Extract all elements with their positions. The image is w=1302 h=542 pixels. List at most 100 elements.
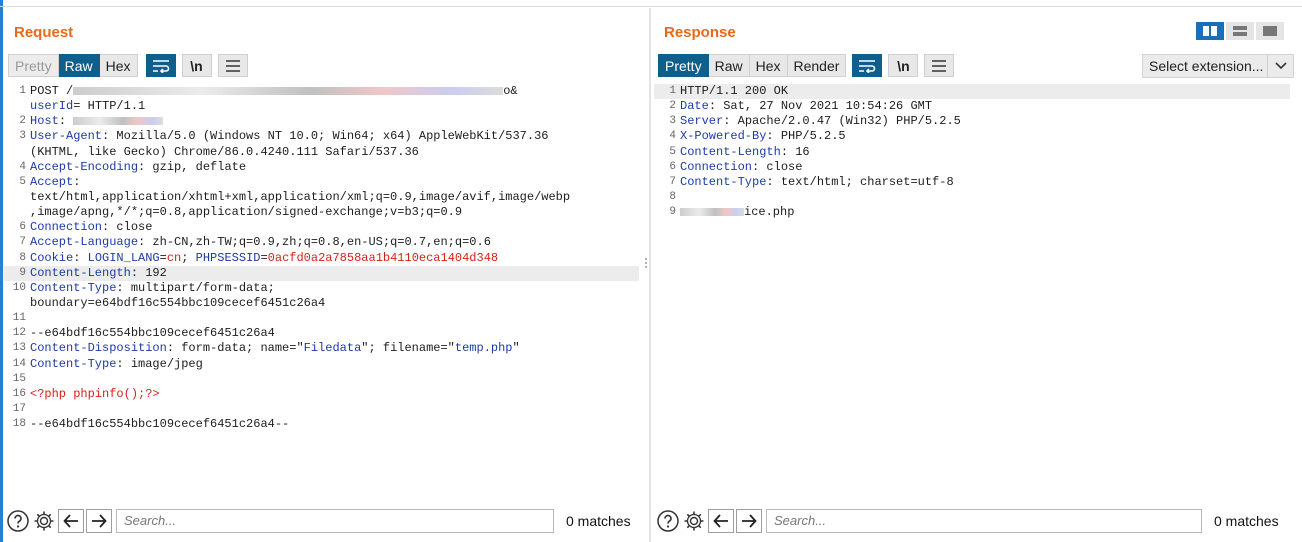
code-line: 15 bbox=[4, 372, 639, 387]
code-token: LOGIN_LANG bbox=[87, 250, 160, 265]
line-number: 6 bbox=[669, 160, 676, 173]
request-newline-button[interactable]: \n bbox=[181, 54, 212, 77]
code-token: ,image/apng,*/*;q=0.8,application/signed… bbox=[30, 205, 463, 220]
code-token: Content-Type bbox=[30, 280, 117, 295]
code-token: : zh-CN,zh-TW;q=0.9,zh;q=0.8,en-US;q=0.7… bbox=[138, 235, 491, 250]
request-tab-hex[interactable]: Hex bbox=[99, 54, 138, 77]
code-text: (KHTML, like Gecko) Chrome/86.0.4240.111… bbox=[30, 145, 639, 160]
code-token: POST / bbox=[30, 84, 74, 98]
layout-toggle-group bbox=[1194, 22, 1284, 40]
request-next-match-button[interactable] bbox=[86, 509, 112, 533]
code-token: Date bbox=[680, 99, 709, 114]
code-token: X-Powered-By bbox=[680, 129, 767, 144]
code-token: Accept bbox=[30, 174, 74, 189]
line-number: 9 bbox=[669, 206, 676, 219]
code-line: 2 Host: bbox=[4, 114, 639, 129]
code-token: = bbox=[260, 250, 268, 265]
code-text: --e64bdf16c554bbc109cecef6451c26a4 bbox=[30, 326, 639, 341]
line-number: 12 bbox=[12, 327, 26, 340]
code-token: = bbox=[159, 250, 167, 265]
code-token: 0acfd0a2a7858aa1b4110eca1404d348 bbox=[267, 250, 499, 265]
code-text: Content-Disposition: form-data; name="Fi… bbox=[30, 341, 639, 356]
code-token: ice.php bbox=[744, 205, 795, 220]
code-token: --e64bdf16c554bbc109cecef6451c26a4 bbox=[30, 326, 275, 341]
code-text: Host: bbox=[30, 114, 639, 129]
request-tab-raw[interactable]: Raw bbox=[58, 54, 100, 77]
wrap-lines-icon bbox=[859, 59, 876, 73]
request-settings-button[interactable] bbox=[32, 509, 56, 533]
code-text: Content-Type: image/jpeg bbox=[30, 357, 639, 372]
arrow-left-icon bbox=[713, 514, 728, 528]
code-token: Content-Type bbox=[30, 356, 117, 371]
code-token: Connection bbox=[30, 220, 103, 235]
response-tab-render[interactable]: Render bbox=[787, 54, 847, 77]
code-text: Content-Type: text/html; charset=utf-8 bbox=[680, 175, 1290, 190]
line-number: 5 bbox=[669, 145, 676, 158]
code-text: Cookie: LOGIN_LANG=cn; PHPSESSID=0acfd0a… bbox=[30, 251, 639, 266]
code-token: : close bbox=[752, 159, 803, 174]
code-text: User-Agent: Mozilla/5.0 (Windows NT 10.0… bbox=[30, 129, 639, 144]
request-editor[interactable]: 1 POST / o& userId= HTTP/1.1 2 Host: 3 User-Ag… bbox=[4, 84, 639, 502]
redacted-text bbox=[73, 117, 164, 126]
response-next-match-button[interactable] bbox=[736, 509, 762, 533]
request-help-button[interactable] bbox=[6, 509, 30, 533]
line-number: 17 bbox=[12, 402, 26, 415]
response-prev-match-button[interactable] bbox=[708, 509, 734, 533]
code-token: Accept-Language bbox=[30, 235, 139, 250]
line-number: 3 bbox=[19, 130, 26, 143]
line-number: 14 bbox=[12, 357, 26, 370]
code-text: Content-Type: multipart/form-data; bbox=[30, 281, 639, 296]
request-match-count: 0 matches bbox=[566, 513, 631, 529]
response-menu-button[interactable] bbox=[924, 54, 955, 77]
code-token: Filedata bbox=[303, 341, 362, 356]
code-line: 1 HTTP/1.1 200 OK bbox=[654, 84, 1290, 100]
response-tab-hex[interactable]: Hex bbox=[749, 54, 788, 77]
request-tab-pretty[interactable]: Pretty bbox=[8, 54, 59, 77]
response-editor[interactable]: 1 HTTP/1.1 200 OK 2 Date: Sat, 27 Nov 2021 … bbox=[654, 84, 1290, 502]
code-text: Date: Sat, 27 Nov 2021 10:54:26 GMT bbox=[680, 99, 1290, 114]
line-number: 6 bbox=[19, 221, 26, 234]
gear-icon bbox=[34, 511, 54, 531]
code-token: boundary=e64bdf16c554bbc109cecef6451c26a… bbox=[30, 295, 326, 310]
line-number: 2 bbox=[669, 100, 676, 113]
window-edge-accent bbox=[0, 0, 3, 542]
request-footer: Search... 0 matches bbox=[4, 508, 647, 534]
response-tab-pretty[interactable]: Pretty bbox=[658, 54, 709, 77]
code-line: text/html,application/xhtml+xml,applicat… bbox=[4, 190, 639, 205]
code-token: : Sat, 27 Nov 2021 10:54:26 GMT bbox=[708, 99, 933, 114]
response-title: Response bbox=[664, 24, 736, 41]
arrow-left-icon bbox=[63, 514, 78, 528]
hamburger-icon bbox=[225, 59, 240, 72]
request-wrap-lines-button[interactable] bbox=[145, 54, 176, 77]
panel-splitter-handle[interactable] bbox=[644, 258, 648, 270]
code-token: " bbox=[512, 341, 520, 356]
request-prev-match-button[interactable] bbox=[58, 509, 84, 533]
layout-side-by-side-button[interactable] bbox=[1196, 22, 1224, 40]
code-line: 1 POST / o& bbox=[4, 84, 639, 99]
line-number: 8 bbox=[19, 251, 26, 264]
code-text: ice.php bbox=[680, 205, 1290, 220]
request-panel: Request Pretty Raw Hex \n 1 POST / o& userI… bbox=[4, 8, 647, 542]
extension-select[interactable]: Select extension... bbox=[1142, 54, 1294, 78]
gear-icon bbox=[684, 511, 704, 531]
code-text: Content-Length: 192 bbox=[30, 266, 639, 281]
panel-divider[interactable] bbox=[649, 8, 651, 542]
response-settings-button[interactable] bbox=[682, 509, 706, 533]
code-text: boundary=e64bdf16c554bbc109cecef6451c26a… bbox=[30, 296, 639, 311]
code-line: 3 Server: Apache/2.0.47 (Win32) PHP/5.2.5 bbox=[654, 114, 1290, 129]
request-search-input[interactable]: Search... bbox=[116, 509, 554, 533]
layout-tabbed-button[interactable] bbox=[1256, 22, 1284, 40]
layout-stacked-button[interactable] bbox=[1226, 22, 1254, 40]
line-number: 2 bbox=[19, 115, 26, 128]
code-token: : Mozilla/5.0 (Windows NT 10.0; Win64; x… bbox=[102, 129, 549, 144]
response-wrap-lines-button[interactable] bbox=[852, 54, 883, 77]
chevron-down-icon bbox=[1267, 55, 1293, 77]
response-newline-button[interactable]: \n bbox=[888, 54, 919, 77]
single-pane-icon bbox=[1263, 26, 1277, 36]
response-help-button[interactable] bbox=[656, 509, 680, 533]
request-menu-button[interactable] bbox=[217, 54, 248, 77]
code-text: ,image/apng,*/*;q=0.8,application/signed… bbox=[30, 205, 639, 220]
line-number: 1 bbox=[19, 85, 26, 97]
response-search-input[interactable]: Search... bbox=[766, 509, 1202, 533]
response-tab-raw[interactable]: Raw bbox=[708, 54, 750, 77]
